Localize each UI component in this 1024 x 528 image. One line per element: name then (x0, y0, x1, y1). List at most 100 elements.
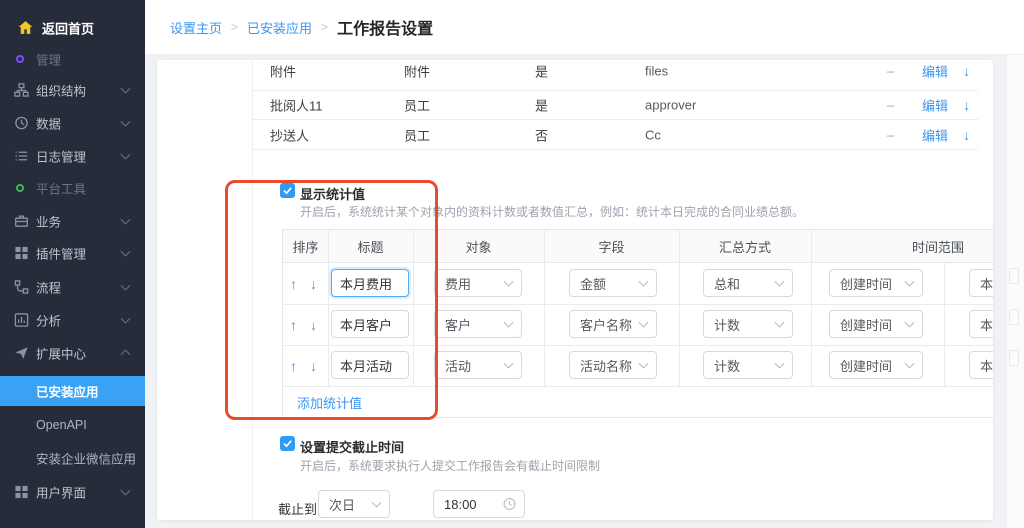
time-range-select[interactable]: 本月 (969, 269, 993, 297)
chevron-down-icon (372, 498, 382, 508)
select-value: 总和 (714, 274, 740, 293)
sidebar-item-business[interactable]: 业务 (0, 206, 145, 236)
sidebar-item-analytics[interactable]: 分析 (0, 305, 145, 335)
chevron-down-icon (504, 318, 514, 328)
select-value: 活动 (445, 356, 471, 375)
select-value: 活动名称 (580, 356, 632, 375)
sidebar-item-data[interactable]: 数据 (0, 108, 145, 138)
deadline-checkbox[interactable] (280, 436, 295, 451)
deadline-day-select[interactable]: 次日 (318, 490, 390, 518)
sidebar-item-label: 插件管理 (36, 244, 86, 263)
edit-link[interactable]: 编辑 (922, 125, 948, 144)
chevron-down-icon (121, 281, 131, 291)
column-header-title: 标题 (328, 230, 413, 263)
sidebar-item-user-interface[interactable]: 用户界面 (0, 477, 145, 507)
stats-table-header: 排序 标题 对象 字段 汇总方式 时间范围 (283, 230, 993, 263)
field-select[interactable]: 金额 (569, 269, 657, 297)
sidebar-item-installed-apps[interactable]: 已安装应用 (0, 376, 145, 406)
grid-icon (14, 485, 29, 500)
move-down-icon[interactable]: ↓ (963, 127, 970, 143)
chevron-down-icon (905, 318, 915, 328)
move-down-icon[interactable]: ↓ (963, 63, 970, 79)
sidebar-item-install-wecom-app[interactable]: 安装企业微信应用 (0, 443, 145, 473)
field-api-cell: Cc (645, 127, 661, 142)
edit-link[interactable]: 编辑 (922, 96, 948, 115)
table-row: 抄送人 员工 否 Cc – 编辑 ↓ (252, 120, 978, 150)
sidebar-item-back-home[interactable]: 返回首页 (0, 13, 145, 43)
sidebar-item-workflow[interactable]: 流程 (0, 272, 145, 302)
sidebar-item-label: 用户界面 (36, 483, 86, 502)
sidebar-section-admin[interactable]: 管理 (0, 44, 145, 74)
sidebar-section-label: 平台工具 (36, 179, 86, 198)
field-select[interactable]: 客户名称 (569, 310, 657, 338)
time-field-select[interactable]: 创建时间 (829, 351, 923, 379)
sidebar-item-org[interactable]: 组织结构 (0, 75, 145, 105)
object-select[interactable]: 费用 (434, 269, 522, 297)
sidebar-item-label: 返回首页 (42, 19, 94, 38)
deadline-until-label: 截止到 (278, 499, 317, 518)
sort-down-icon[interactable]: ↓ (310, 317, 317, 333)
time-field-select[interactable]: 创建时间 (829, 269, 923, 297)
rocket-icon (14, 346, 29, 361)
time-field-select[interactable]: 创建时间 (829, 310, 923, 338)
sidebar-section-label: 管理 (36, 50, 61, 69)
select-value: 费用 (445, 274, 471, 293)
deadline-label: 设置提交截止时间 (300, 437, 404, 456)
org-icon (14, 83, 29, 98)
chevron-down-icon (905, 277, 915, 287)
add-stat-link[interactable]: 添加统计值 (297, 386, 362, 419)
sidebar-item-label: 扩展中心 (36, 344, 86, 363)
plugin-icon (14, 246, 29, 261)
select-value: 本月 (980, 356, 993, 375)
sidebar-item-logs[interactable]: 日志管理 (0, 141, 145, 171)
clock-icon (14, 116, 29, 131)
stat-title-input[interactable] (331, 310, 409, 338)
chevron-down-icon (775, 277, 785, 287)
edit-link[interactable]: 编辑 (922, 62, 948, 81)
sidebar-item-openapi[interactable]: OpenAPI (0, 410, 145, 440)
show-stats-description: 开启后，系统统计某个对象内的资料计数或者数值汇总，例如：统计本日完成的合同业绩总… (300, 203, 804, 220)
sort-down-icon[interactable]: ↓ (310, 276, 317, 292)
stat-title-input[interactable] (331, 269, 409, 297)
object-select[interactable]: 客户 (434, 310, 522, 338)
move-down-icon[interactable]: ↓ (963, 97, 970, 113)
stat-title-input[interactable] (331, 351, 409, 379)
chevron-down-icon (121, 314, 131, 324)
select-value: 计数 (714, 315, 740, 334)
topbar: 设置主页 > 已安装应用 > 工作报告设置 (145, 0, 1024, 55)
home-icon (17, 20, 34, 37)
chevron-down-icon (905, 359, 915, 369)
time-range-select[interactable]: 本月 (969, 351, 993, 379)
sidebar: 返回首页 管理 组织结构 数据 日志管理 平台工具 业务 (0, 0, 145, 528)
time-range-select[interactable]: 本月 (969, 310, 993, 338)
select-value: 客户名称 (580, 315, 632, 334)
clipped-content-fragment (1009, 268, 1019, 284)
field-required-cell: 是 (535, 96, 548, 115)
sort-up-icon[interactable]: ↑ (290, 317, 297, 333)
aggregate-select[interactable]: 总和 (703, 269, 793, 297)
sort-up-icon[interactable]: ↑ (290, 276, 297, 292)
object-select[interactable]: 活动 (434, 351, 522, 379)
stats-table: 排序 标题 对象 字段 汇总方式 时间范围 ↑ ↓ 费用 金额 (282, 229, 993, 418)
sort-down-icon[interactable]: ↓ (310, 358, 317, 374)
sidebar-item-extension-center[interactable]: 扩展中心 (0, 338, 145, 368)
deadline-time-input[interactable]: 18:00 (433, 490, 525, 518)
breadcrumb-link-settings-home[interactable]: 设置主页 (170, 18, 222, 37)
sidebar-section-platform-tools[interactable]: 平台工具 (0, 173, 145, 203)
sidebar-item-plugins[interactable]: 插件管理 (0, 238, 145, 268)
field-required-cell: 否 (535, 125, 548, 144)
purple-ring-icon (16, 55, 24, 63)
field-select[interactable]: 活动名称 (569, 351, 657, 379)
aggregate-select[interactable]: 计数 (703, 310, 793, 338)
select-value: 本月 (980, 274, 993, 293)
sort-up-icon[interactable]: ↑ (290, 358, 297, 374)
chevron-down-icon (121, 117, 131, 127)
sidebar-item-label: 已安装应用 (36, 382, 99, 401)
stats-row: ↑ ↓ 客户 客户名称 计数 创建时间 本月 (283, 304, 993, 345)
show-stats-checkbox[interactable] (280, 183, 295, 198)
field-required-cell: 是 (535, 62, 548, 81)
breadcrumb-link-installed-apps[interactable]: 已安装应用 (247, 18, 312, 37)
select-value: 本月 (980, 315, 993, 334)
aggregate-select[interactable]: 计数 (703, 351, 793, 379)
field-extra-cell: – (887, 64, 894, 79)
